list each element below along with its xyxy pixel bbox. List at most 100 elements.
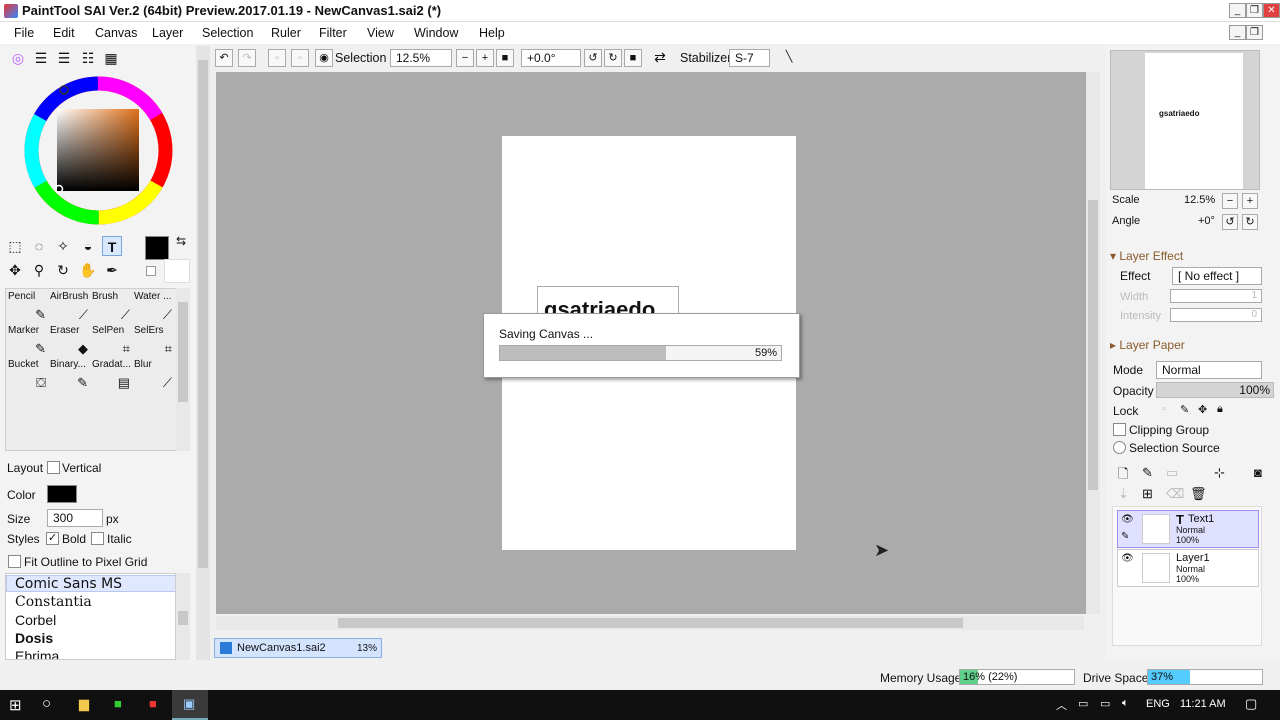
canvas-v-scroll-thumb[interactable] [1088, 200, 1098, 490]
paint-lock-icon[interactable]: ✎ [1121, 531, 1129, 542]
brush-water[interactable]: Water ... ⟋ [134, 291, 176, 325]
layer-effect-icon[interactable]: ⊹ [1214, 465, 1225, 481]
visibility-eye-icon[interactable]: 👁︎ [1121, 553, 1134, 564]
fit-outline-checkbox[interactable] [8, 555, 21, 568]
left-panel-scroll-thumb[interactable] [198, 60, 208, 568]
mixer-icon[interactable]: ☷ [78, 48, 98, 68]
bold-checkbox[interactable]: ✓ [46, 532, 59, 545]
menu-canvas[interactable]: Canvas [95, 26, 137, 40]
menu-file[interactable]: File [14, 26, 34, 40]
brush-binary[interactable]: Binary... ✎ [50, 359, 92, 393]
new-linework-layer-icon[interactable]: ✎ [1142, 465, 1153, 481]
layer-mask-icon[interactable]: ◙ [1254, 465, 1262, 480]
taskbar-app-red-icon[interactable]: ■ [149, 696, 157, 711]
color-wheel[interactable] [22, 74, 175, 227]
menu-edit[interactable]: Edit [53, 26, 75, 40]
restore-button[interactable]: ❐ [1246, 3, 1263, 18]
lock-transparency-icon[interactable]: ▫ [1162, 403, 1166, 415]
undo-icon[interactable]: ↶ [215, 49, 233, 67]
color-wheel-mode-icon[interactable]: ◎ [8, 48, 28, 68]
swap-colors-icon[interactable]: ⇆ [176, 234, 186, 248]
rotate-icon[interactable]: ↻ [53, 260, 73, 280]
notification-icon[interactable]: ▢ [1245, 696, 1257, 712]
menu-filter[interactable]: Filter [319, 26, 347, 40]
close-button[interactable]: ✕ [1263, 3, 1280, 18]
taskbar-sai-button[interactable]: ▣ [172, 690, 208, 720]
rotate-reset-icon[interactable]: ■ [624, 49, 642, 67]
rotate-left-icon[interactable]: ↺ [584, 49, 602, 67]
cortana-icon[interactable]: ○ [42, 695, 51, 712]
brush-scroll-thumb[interactable] [178, 302, 188, 402]
primary-color-swatch[interactable] [145, 236, 169, 260]
brush-blur[interactable]: Blur ⟋ [134, 359, 176, 393]
rotation-dropdown[interactable]: +0.0° [521, 49, 581, 67]
zoom-dropdown[interactable]: 12.5% [390, 49, 452, 67]
canvas-v-scrollbar[interactable] [1086, 72, 1100, 614]
brush-marker[interactable]: Marker ✎ [8, 325, 50, 359]
intensity-input[interactable]: 0 [1170, 308, 1262, 322]
brush-scrollbar[interactable] [176, 288, 190, 451]
opacity-slider[interactable]: 100% [1156, 382, 1274, 398]
file-explorer-icon[interactable]: ▆ [79, 696, 89, 712]
layer-effect-header[interactable]: ▾ Layer Effect [1110, 249, 1183, 263]
menu-layer[interactable]: Layer [152, 26, 183, 40]
shape-icon[interactable]: ◒ [78, 236, 98, 256]
font-scroll-thumb[interactable] [178, 611, 188, 625]
brush-selpen[interactable]: SelPen ⌗ [92, 325, 134, 359]
zoom-out-icon[interactable]: − [456, 49, 474, 67]
menu-selection[interactable]: Selection [202, 26, 253, 40]
taskbar-app-green-icon[interactable]: ■ [114, 696, 122, 711]
deselect-icon[interactable]: ▫ [268, 49, 286, 67]
rotate-right-icon[interactable]: ↻ [604, 49, 622, 67]
layer-paper-header[interactable]: ▸ Layer Paper [1110, 338, 1185, 352]
hsv-slider-icon[interactable]: ☰ [54, 48, 74, 68]
redo-icon[interactable]: ↷ [238, 49, 256, 67]
navigator-preview[interactable]: gsatriaedo [1110, 50, 1260, 190]
transparent-color-icon[interactable] [146, 266, 156, 276]
zoom-reset-icon[interactable]: ■ [496, 49, 514, 67]
brush-brush[interactable]: Brush ⟋ [92, 291, 134, 325]
menu-view[interactable]: View [367, 26, 394, 40]
brush-gradient[interactable]: Gradat... ▤ [92, 359, 134, 393]
layer-row-text1[interactable]: 👁︎ ✎ T Text1 Normal 100% [1117, 510, 1259, 548]
width-input[interactable]: 1 [1170, 289, 1262, 303]
tray-battery-icon[interactable]: ▭ [1100, 697, 1110, 710]
menu-window[interactable]: Window [414, 26, 458, 40]
brush-pencil[interactable]: Pencil ✎ [8, 291, 50, 325]
invert-selection-icon[interactable]: ▫ [291, 49, 309, 67]
tray-network-icon[interactable]: ▭ [1078, 697, 1088, 710]
clear-layer-icon[interactable]: ⌫ [1166, 486, 1184, 502]
font-item[interactable]: Constantia [15, 594, 92, 610]
size-input[interactable]: 300 [47, 509, 103, 527]
canvas-viewport[interactable]: gsatriaedo Saving Canvas ... 59% ➤ [216, 72, 1086, 614]
language-indicator[interactable]: ENG [1146, 698, 1170, 710]
brush-selers[interactable]: SelErs ⌗ [134, 325, 176, 359]
clipping-group-checkbox[interactable] [1113, 423, 1126, 436]
flip-icon[interactable]: ⇄ [651, 49, 669, 67]
brush-bucket[interactable]: Bucket ⛋ [8, 359, 50, 393]
font-item[interactable]: Dosis [15, 630, 53, 646]
font-scrollbar[interactable] [176, 573, 190, 660]
new-layer-icon[interactable]: 🗋 [1118, 465, 1128, 487]
doc-restore-button[interactable]: ❐ [1246, 25, 1263, 40]
menu-ruler[interactable]: Ruler [271, 26, 301, 40]
eyedropper-icon[interactable]: ✒ [102, 260, 122, 280]
move-icon[interactable]: ✥ [5, 260, 25, 280]
text-color-swatch[interactable] [47, 485, 77, 503]
windows-start-icon[interactable]: ⊞ [9, 696, 22, 714]
zoom-icon[interactable]: ⚲ [29, 260, 49, 280]
canvas-h-scrollbar[interactable] [216, 616, 1084, 630]
transfer-down-icon[interactable]: ⇣ [1118, 486, 1129, 502]
line-mode-icon[interactable]: ╲ [780, 49, 798, 67]
left-panel-scrollbar[interactable] [196, 46, 210, 660]
tray-volume-icon[interactable]: 🔈︎ [1122, 697, 1129, 710]
font-item[interactable]: Ebrima [15, 648, 59, 659]
text-layer-box[interactable]: gsatriaedo [537, 286, 679, 314]
angle-rotate-right-icon[interactable]: ↻ [1242, 214, 1258, 230]
lasso-icon[interactable]: ◌ [29, 236, 49, 256]
merge-down-icon[interactable]: ⊞ [1142, 486, 1153, 502]
eye-icon[interactable]: ◉ [315, 49, 333, 67]
zoom-in-icon[interactable]: + [476, 49, 494, 67]
canvas-h-scroll-thumb[interactable] [338, 618, 963, 628]
lock-move-icon[interactable]: ✥ [1198, 403, 1207, 416]
